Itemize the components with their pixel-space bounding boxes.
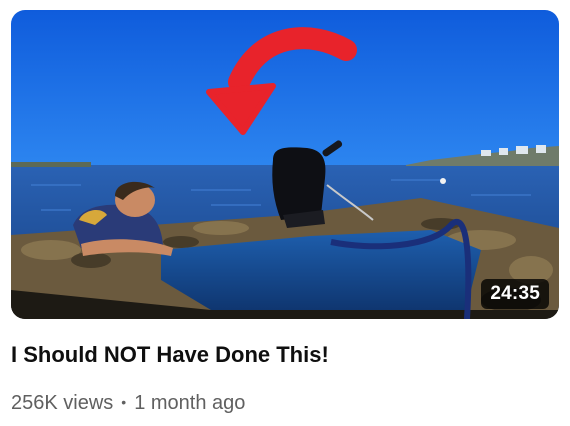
video-thumbnail[interactable]: 24:35: [11, 10, 559, 319]
thumbnail-scene: [11, 10, 559, 319]
video-title[interactable]: I Should NOT Have Done This!: [11, 340, 329, 370]
buoy: [440, 178, 446, 184]
view-count: 256K views: [11, 392, 114, 414]
duration-badge: 24:35: [481, 279, 549, 309]
meta-separator: •: [121, 394, 127, 410]
left-shoreline: [11, 162, 91, 167]
video-metadata: 256K views • 1 month ago: [11, 390, 245, 417]
upload-age: 1 month ago: [134, 392, 246, 414]
video-card[interactable]: 24:35 I Should NOT Have Done This! 256K …: [0, 0, 570, 426]
